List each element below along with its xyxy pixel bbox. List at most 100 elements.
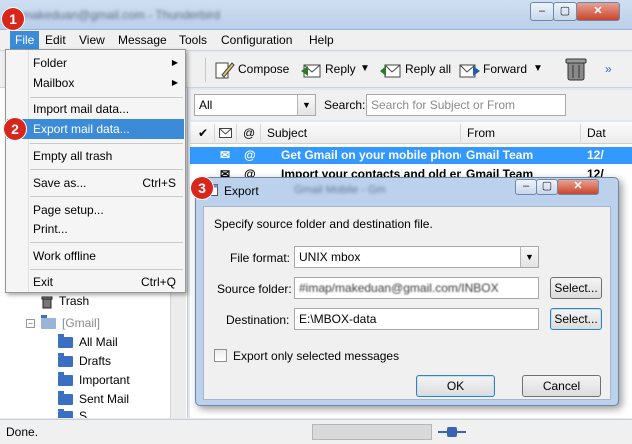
trash-can-icon <box>41 296 53 309</box>
chevron-down-icon: ▼ <box>297 95 315 115</box>
reply-label: Reply <box>325 62 356 76</box>
forward-dropdown[interactable]: ▼ <box>533 58 543 80</box>
column-separator <box>214 124 215 142</box>
source-folder-field[interactable]: #imap/makeduan@gmail.com/INBOX <box>294 277 539 299</box>
menu-item-empty-trash[interactable]: Empty all trash <box>7 146 184 166</box>
dialog-minimize-button[interactable]: – <box>515 179 537 195</box>
export-selected-label: Export only selected messages <box>233 349 400 363</box>
title-bar: makeduan@gmail.com - Thunderbird – ▢ ✕ <box>0 0 632 30</box>
menu-item-mailbox[interactable]: Mailbox ▶ <box>7 73 184 93</box>
toolbar-overflow-button[interactable]: » <box>605 58 612 80</box>
menu-item-print[interactable]: Print... <box>7 219 184 239</box>
subject-column-header[interactable]: Subject <box>267 126 307 140</box>
step-badge: 1 <box>2 8 24 30</box>
menu-item-import[interactable]: Import mail data... <box>7 99 184 119</box>
forward-label: Forward <box>483 62 528 76</box>
menu-item-exit[interactable]: Exit Ctrl+Q <box>7 272 184 292</box>
folder-partial[interactable]: S... <box>58 409 97 418</box>
collapse-icon[interactable]: − <box>26 319 35 329</box>
search-placeholder: Search for Subject or From <box>371 98 516 112</box>
file-format-select[interactable]: UNIX mbox ▼ <box>294 246 539 268</box>
folder-all-mail[interactable]: All Mail <box>58 334 118 349</box>
source-folder-value: #imap/makeduan@gmail.com/INBOX <box>299 281 499 295</box>
trash-button[interactable] <box>563 55 589 81</box>
message-row[interactable]: ✉ @ Get Gmail on your mobile phone Gmail… <box>190 147 632 164</box>
export-dialog: Export Gmail Mobile - Gm – ▢ ✕ Specify s… <box>195 177 619 406</box>
search-label: Search: <box>324 98 366 112</box>
dialog-title: Export <box>224 184 259 198</box>
menu-separator <box>30 242 183 243</box>
folder-icon <box>58 409 73 418</box>
folder-gmail[interactable]: − [Gmail] <box>26 315 101 330</box>
progress-bar <box>312 424 432 440</box>
dialog-maximize-button[interactable]: ▢ <box>536 179 558 195</box>
destination-field[interactable]: E:\MBOX-data <box>294 308 539 330</box>
menu-item-page-setup[interactable]: Page setup... <box>7 200 184 220</box>
folder-label: Trash <box>59 294 90 308</box>
compose-button[interactable]: Compose <box>213 58 289 80</box>
column-separator <box>460 124 461 142</box>
folder-label: S... <box>79 409 98 418</box>
menu-tools[interactable]: Tools <box>179 33 207 47</box>
submenu-arrow-icon: ▶ <box>171 78 178 87</box>
envelope-icon[interactable] <box>219 127 232 141</box>
maximize-button[interactable]: ▢ <box>553 2 577 21</box>
dialog-body: Specify source folder and destination fi… <box>203 206 611 400</box>
forward-button[interactable]: Forward <box>458 58 527 80</box>
folder-trash[interactable]: Trash <box>40 294 89 309</box>
menu-separator <box>30 169 183 170</box>
date-column-header[interactable]: Dat <box>587 126 606 140</box>
menu-message[interactable]: Message <box>118 33 167 47</box>
read-column-icon[interactable]: ✔ <box>198 126 208 140</box>
column-separator <box>580 124 581 142</box>
search-input[interactable]: Search for Subject or From <box>366 94 566 116</box>
folder-drafts[interactable]: Drafts <box>58 353 111 368</box>
folder-icon <box>58 391 73 406</box>
folder-sent-mail[interactable]: Sent Mail <box>58 391 129 406</box>
from-column-header[interactable]: From <box>467 126 495 140</box>
attachment-icon: @ <box>244 148 256 162</box>
menu-configuration[interactable]: Configuration <box>221 33 292 47</box>
menu-edit[interactable]: Edit <box>45 33 66 47</box>
minimize-button[interactable]: – <box>530 2 554 21</box>
folder-icon <box>58 372 73 387</box>
toolbar-separator <box>205 58 206 82</box>
file-format-label: File format: <box>230 251 291 265</box>
folder-scrollbar[interactable] <box>170 290 186 418</box>
folder-icon <box>58 334 73 349</box>
compose-label: Compose <box>238 62 290 76</box>
message-from: Gmail Team <box>466 148 534 162</box>
forward-icon <box>459 64 480 78</box>
reply-dropdown[interactable]: ▼ <box>360 58 370 80</box>
menu-view[interactable]: View <box>79 33 105 47</box>
folder-icon <box>41 315 56 330</box>
folder-important[interactable]: Important <box>58 372 130 387</box>
cancel-button[interactable]: Cancel <box>522 375 601 397</box>
reply-button[interactable]: Reply <box>300 58 356 80</box>
menu-file[interactable]: File <box>10 31 40 50</box>
export-selected-checkbox[interactable] <box>214 349 227 362</box>
trash-can-icon <box>565 58 587 81</box>
folder-label: Important <box>79 373 130 387</box>
reply-all-button[interactable]: Reply all <box>380 58 451 80</box>
folder-label: [Gmail] <box>62 316 101 330</box>
menu-item-export[interactable]: Export mail data... <box>7 119 184 139</box>
reply-all-icon <box>380 64 401 78</box>
destination-value: E:\MBOX-data <box>299 312 377 326</box>
column-separator <box>260 124 261 142</box>
menu-item-save-as[interactable]: Save as... Ctrl+S <box>7 173 184 193</box>
filter-bar: All ▼ Search: Search for Subject or From <box>190 90 632 120</box>
folder-label: All Mail <box>79 335 118 349</box>
menu-item-folder[interactable]: Folder ▶ <box>7 53 184 73</box>
menu-item-work-offline[interactable]: Work offline <box>7 246 184 266</box>
dialog-close-button[interactable]: ✕ <box>557 179 599 195</box>
online-status-icon[interactable] <box>438 426 466 438</box>
scope-select[interactable]: All ▼ <box>194 94 316 116</box>
file-menu: Folder ▶ Mailbox ▶ Import mail data... Exp… <box>5 49 186 293</box>
close-button[interactable]: ✕ <box>576 2 620 21</box>
attachment-column-icon[interactable]: @ <box>243 126 255 140</box>
ok-button[interactable]: OK <box>416 375 495 397</box>
source-select-button[interactable]: Select... <box>550 277 602 299</box>
menu-help[interactable]: Help <box>309 33 334 47</box>
destination-select-button[interactable]: Select... <box>550 308 602 330</box>
